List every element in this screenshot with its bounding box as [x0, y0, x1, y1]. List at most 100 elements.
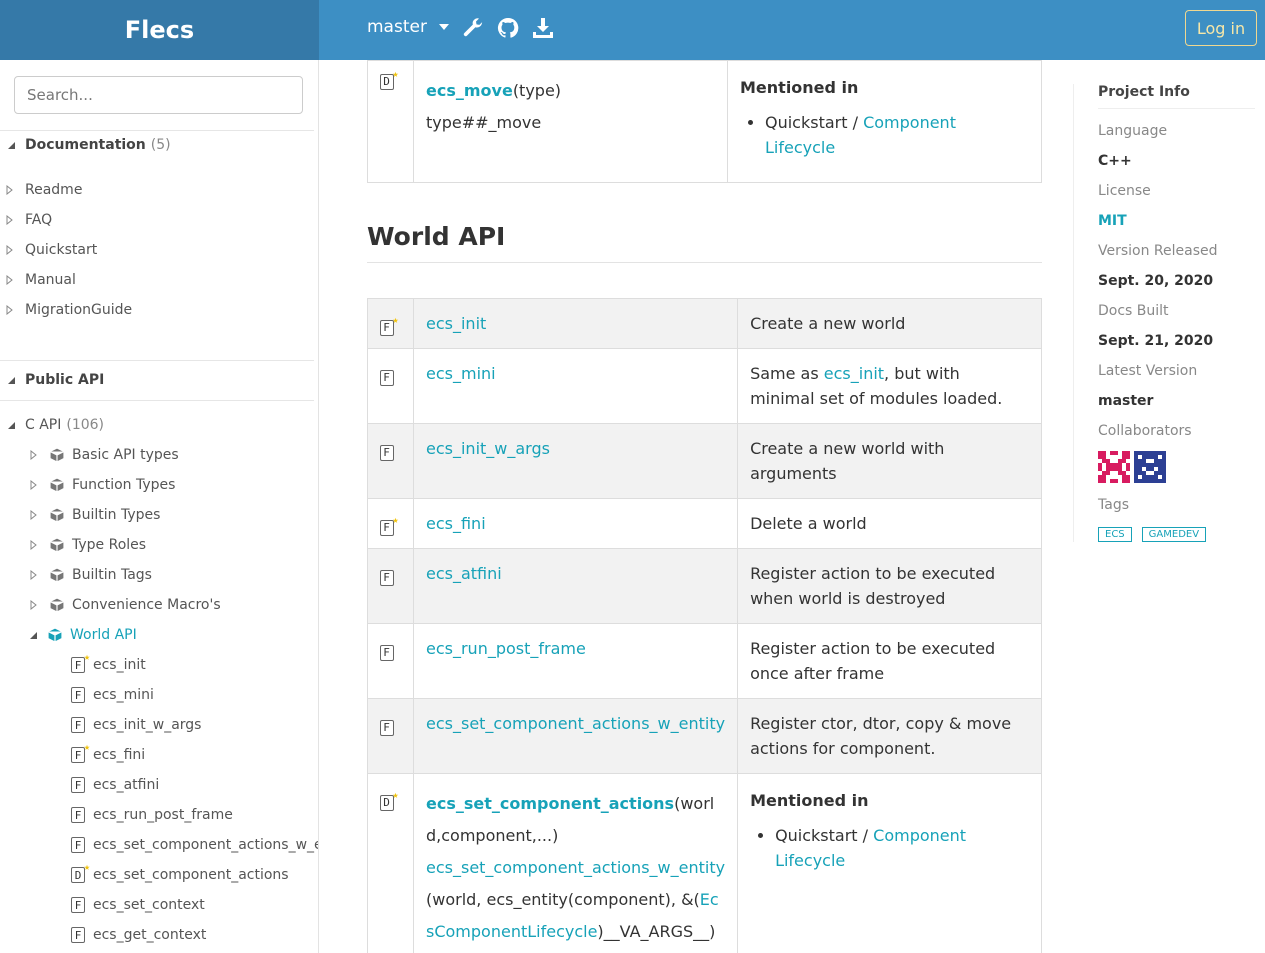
collapsed-triangle-icon — [6, 275, 13, 285]
branch-dropdown[interactable]: master — [367, 17, 449, 37]
table-row: F ★ ecs_init Create a new world — [367, 298, 1042, 349]
tree-label: Public API — [25, 372, 105, 388]
search-input[interactable] — [14, 76, 303, 114]
info-label: Latest Version — [1098, 363, 1198, 379]
tree-label: Builtin Tags — [72, 567, 152, 583]
info-label: Docs Built — [1098, 303, 1169, 319]
tag-ecs[interactable]: ECS — [1098, 527, 1132, 542]
collapsed-triangle-icon — [6, 305, 13, 315]
wrench-icon[interactable] — [461, 16, 485, 40]
tree-ecs-set-component-actions-w-er[interactable]: Fecs_set_component_actions_w_er — [71, 833, 318, 857]
expanded-triangle-icon — [8, 376, 15, 384]
api-expansion: type##_move — [426, 113, 542, 132]
table-row: D ★ ecs_move(type) type##_move Mentioned … — [367, 60, 1042, 183]
avatar[interactable] — [1134, 451, 1166, 483]
api-link[interactable]: ecs_move — [426, 81, 513, 100]
tree-documentation[interactable]: Documentation (5) — [8, 133, 171, 157]
api-link-ecs-mini[interactable]: ecs_mini — [426, 364, 496, 383]
collapsed-triangle-icon — [30, 570, 37, 580]
api-link[interactable]: ecs_set_component_actions — [426, 794, 674, 813]
function-badge-icon: F — [379, 444, 394, 461]
login-button[interactable]: Log in — [1185, 10, 1257, 46]
tree-builtin-tags[interactable]: Builtin Tags — [30, 563, 152, 587]
collapsed-triangle-icon — [6, 245, 13, 255]
tag-gamedev[interactable]: GAMEDEV — [1141, 527, 1207, 542]
tree-ecs-get-context[interactable]: Fecs_get_context — [71, 923, 206, 947]
tree-ecs-init[interactable]: F ★ ecs_init — [71, 653, 146, 677]
tree-convenience-macro-s[interactable]: Convenience Macro's — [30, 593, 221, 617]
badge-cell: F — [367, 698, 414, 774]
tree-label: Builtin Types — [72, 507, 161, 523]
function-badge-icon: F — [71, 717, 85, 733]
tree-manual[interactable]: Manual — [6, 268, 76, 292]
tree-label: MigrationGuide — [25, 302, 133, 318]
download-icon[interactable] — [531, 16, 555, 40]
function-badge-icon: F — [71, 777, 85, 793]
tree-label: Type Roles — [72, 537, 147, 553]
api-link-ecs-set-component-actions-w-entity[interactable]: ecs_set_component_actions_w_entity — [426, 714, 725, 733]
collapsed-triangle-icon — [30, 600, 37, 610]
tree-label: C API — [25, 417, 62, 433]
desc-cell: Create a new world — [737, 298, 1042, 349]
function-badge-icon: F — [71, 897, 85, 913]
tree-function-types[interactable]: Function Types — [30, 473, 175, 497]
tree-label: Readme — [25, 182, 83, 198]
api-table-top: D ★ ecs_move(type) type##_move Mentioned … — [367, 60, 1042, 183]
api-link-ecs-init[interactable]: ecs_init — [426, 314, 486, 333]
cube-icon — [47, 627, 63, 643]
project-info-panel: Project Info Language C++ License MIT Ve… — [1073, 84, 1265, 542]
tree-label: ecs_init_w_args — [93, 717, 202, 733]
expansion-link[interactable]: ecs_set_component_actions_w_entity — [426, 858, 725, 877]
tree-ecs-init-w-args[interactable]: Fecs_init_w_args — [71, 713, 201, 737]
name-cell: ecs_init_w_args — [412, 423, 739, 499]
badge-cell: D ★ — [367, 773, 414, 953]
table-row: Fecs_set_component_actions_w_entity Regis… — [367, 698, 1042, 774]
tree-label: Convenience Macro's — [72, 597, 221, 613]
brand-logo[interactable]: Flecs — [0, 0, 319, 60]
info-license-link[interactable]: MIT — [1098, 213, 1265, 229]
tree-type-roles[interactable]: Type Roles — [30, 533, 146, 557]
desc-cell: Mentioned in Quickstart / Component Lifec… — [737, 773, 1042, 953]
tree-label: ecs_mini — [93, 687, 154, 703]
api-link-ecs-fini[interactable]: ecs_fini — [426, 514, 486, 533]
tree-ecs-run-post-frame[interactable]: Fecs_run_post_frame — [71, 803, 233, 827]
tree-builtin-types[interactable]: Builtin Types — [30, 503, 160, 527]
tree-basic-api-types[interactable]: Basic API types — [30, 443, 179, 467]
name-cell: ecs_set_component_actions_w_entity — [412, 698, 739, 774]
api-link-ecs-atfini[interactable]: ecs_atfini — [426, 564, 502, 583]
caret-down-icon — [438, 24, 449, 30]
tree-label: Function Types — [72, 477, 176, 493]
desc-cell: Mentioned in Quickstart / Component Life… — [727, 60, 1042, 183]
mentioned-title: Mentioned in — [750, 791, 869, 810]
desc-link[interactable]: ecs_init — [824, 364, 884, 383]
tree-label: Basic API types — [72, 447, 179, 463]
tree-label: FAQ — [25, 212, 53, 228]
tree-readme[interactable]: Readme — [6, 178, 82, 202]
section-title: World API — [367, 222, 506, 251]
tree-c-api[interactable]: C API (106) — [8, 413, 104, 437]
tree-ecs-fini[interactable]: F ★ ecs_fini — [71, 743, 145, 767]
api-link-ecs-run-post-frame[interactable]: ecs_run_post_frame — [426, 639, 586, 658]
avatar[interactable] — [1098, 451, 1130, 483]
tree-quickstart[interactable]: Quickstart — [6, 238, 97, 262]
tree-public-api[interactable]: Public API — [8, 368, 104, 392]
tree-label: ecs_atfini — [93, 777, 160, 793]
tree-ecs-set-component-actions[interactable]: D ★ ecs_set_component_actions — [71, 863, 289, 887]
tree-world-api[interactable]: World API — [30, 623, 137, 647]
tree-migrationguide[interactable]: MigrationGuide — [6, 298, 132, 322]
tree-ecs-mini[interactable]: Fecs_mini — [71, 683, 154, 707]
api-table-world: F ★ ecs_init Create a new world Fecs_mini Sam… — [367, 298, 1042, 953]
tree-ecs-atfini[interactable]: Fecs_atfini — [71, 773, 159, 797]
desc-cell: Same as ecs_init, but with minimal set o… — [737, 348, 1042, 424]
tree-ecs-set-context[interactable]: Fecs_set_context — [71, 893, 205, 917]
brand-text: Flecs — [124, 16, 195, 44]
mentioned-list: Quickstart / Component Lifecycle — [765, 110, 1029, 160]
tree-faq[interactable]: FAQ — [6, 208, 52, 232]
api-link-ecs-init-w-args[interactable]: ecs_init_w_args — [426, 439, 550, 458]
name-cell: ecs_set_component_actions(world,componen… — [412, 773, 739, 953]
collapsed-triangle-icon — [30, 480, 37, 490]
github-icon[interactable] — [496, 16, 520, 40]
function-badge-icon: F — [379, 644, 394, 661]
tree-label: Quickstart — [25, 242, 98, 258]
mentioned-link[interactable]: Component Lifecycle — [775, 826, 966, 870]
